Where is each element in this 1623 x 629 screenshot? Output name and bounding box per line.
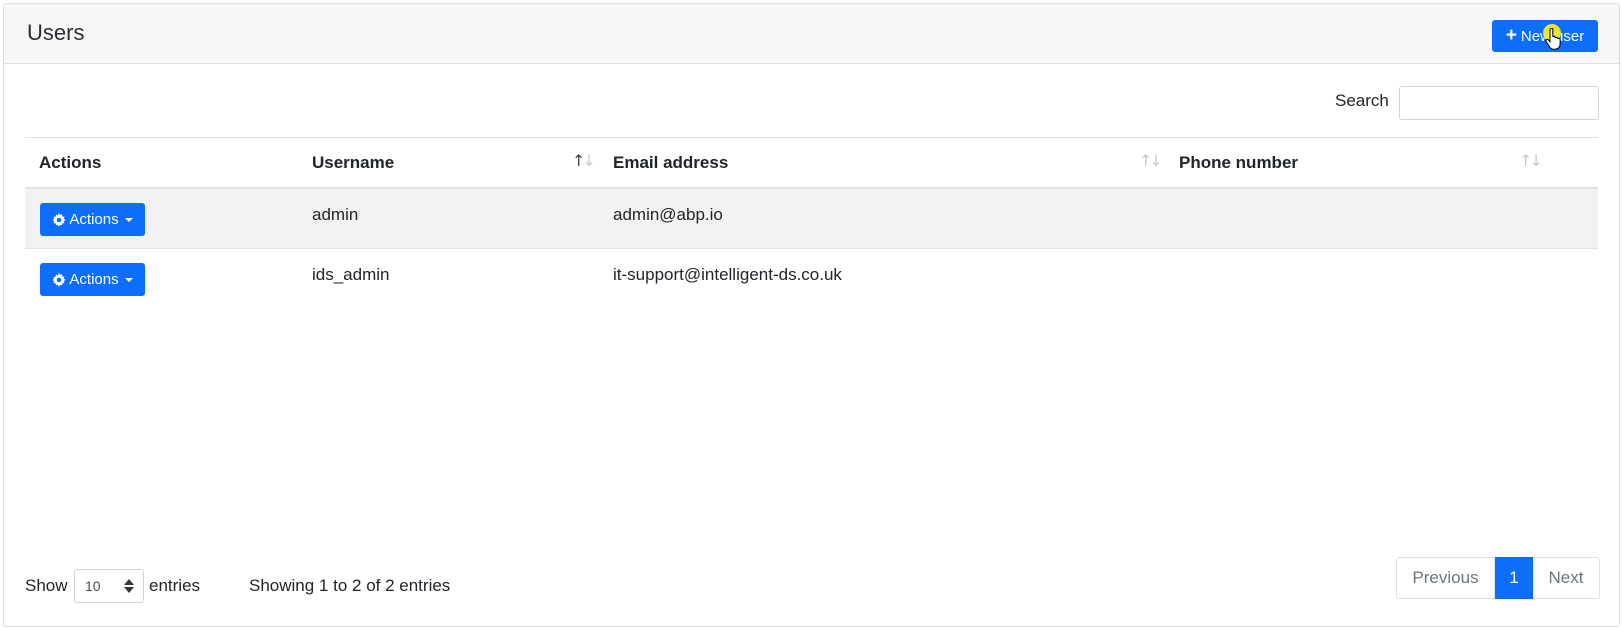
page-length-value: 10 [85,578,101,594]
previous-page-button[interactable]: Previous [1396,557,1495,599]
caret-down-icon [124,217,133,222]
column-header-phone[interactable]: Phone number [1179,153,1298,173]
show-label: Show [25,576,68,595]
page-length-select[interactable]: 10 [74,569,144,603]
sort-icon[interactable]: ↑↓ [1139,151,1163,170]
column-header-actions: Actions [39,153,102,172]
entries-label: entries [149,576,201,595]
row-actions-label: Actions [69,211,119,228]
cell-email: it-support@intelligent-ds.co.uk [613,265,842,284]
table-header: Actions Username ↑↓ Email address ↑↓ Pho… [25,137,1598,189]
sort-icon[interactable]: ↑↓ [1519,151,1543,170]
card-header: Users + New user [4,4,1619,64]
gear-icon [52,272,67,287]
caret-down-icon [124,277,133,282]
page-number-button[interactable]: 1 [1495,557,1533,599]
search-label: Search [1335,91,1389,110]
cell-username: admin [312,205,359,224]
row-actions-button[interactable]: Actions [40,203,145,236]
column-header-email[interactable]: Email address [613,153,728,173]
table-row: Actions admin admin@abp.io [25,189,1598,249]
row-actions-button[interactable]: Actions [40,263,145,296]
select-arrows-icon [124,579,134,593]
table-info: Showing 1 to 2 of 2 entries [249,576,451,595]
users-table: Actions Username ↑↓ Email address ↑↓ Pho… [25,137,1598,309]
new-user-button[interactable]: + New user [1492,20,1598,52]
table-row: Actions ids_admin it-support@intelligent… [25,249,1598,309]
page-title: Users [27,20,85,45]
cell-email: admin@abp.io [613,205,723,224]
search-input[interactable] [1399,86,1599,120]
plus-icon: + [1505,24,1517,46]
pagination: Previous 1 Next [1396,557,1600,599]
sort-icon[interactable]: ↑↓ [572,151,596,170]
gear-icon [52,212,67,227]
next-page-button[interactable]: Next [1533,557,1600,599]
row-actions-label: Actions [69,271,119,288]
cell-username: ids_admin [312,265,390,284]
new-user-label: New user [1520,27,1585,45]
column-header-username[interactable]: Username [312,153,394,173]
